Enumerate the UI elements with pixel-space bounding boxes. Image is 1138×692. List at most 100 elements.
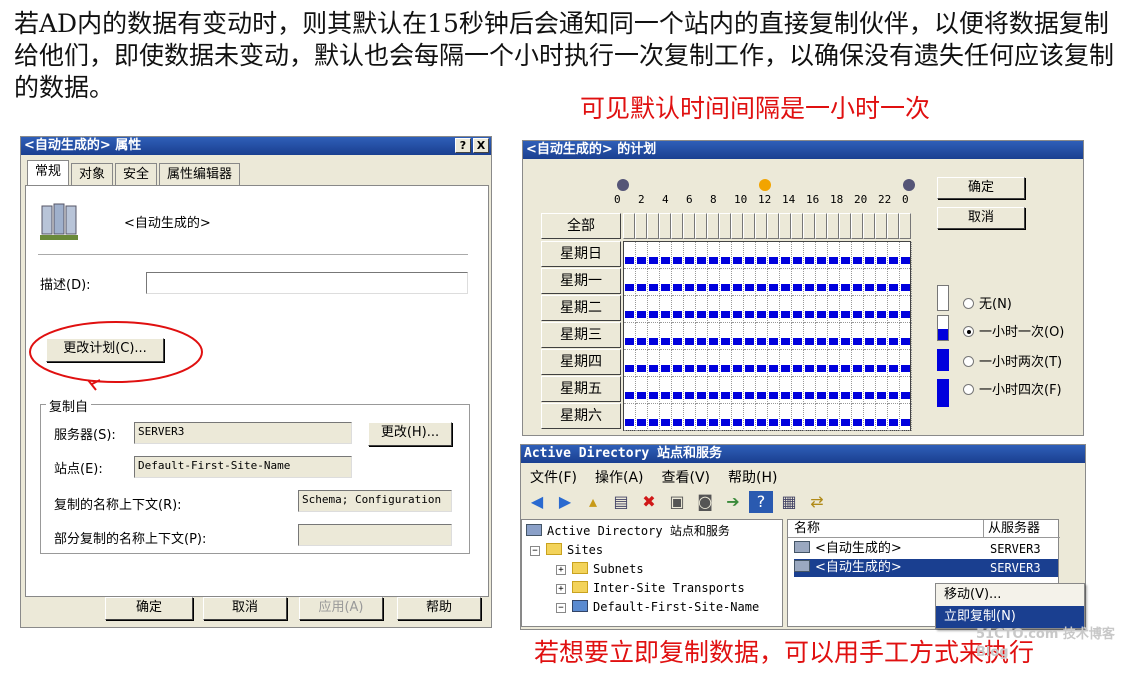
hour-header-button[interactable] xyxy=(839,213,851,239)
schedule-cell[interactable] xyxy=(708,377,720,404)
menu-help[interactable]: 帮助(H) xyxy=(719,465,786,487)
schedule-cell[interactable] xyxy=(888,350,900,377)
schedule-cell[interactable] xyxy=(816,296,828,323)
collapse-icon[interactable]: − xyxy=(556,603,566,613)
column-header-name[interactable]: 名称 xyxy=(788,520,984,538)
schedule-cancel-button[interactable]: 取消 xyxy=(937,207,1025,229)
schedule-cell[interactable] xyxy=(876,377,888,404)
schedule-cell[interactable] xyxy=(840,269,852,296)
hour-header-button[interactable] xyxy=(695,213,707,239)
schedule-cell[interactable] xyxy=(840,296,852,323)
schedule-cell[interactable] xyxy=(876,404,888,431)
schedule-cell[interactable] xyxy=(660,242,672,269)
apply-button[interactable]: 应用(A) xyxy=(299,597,383,620)
schedule-cell[interactable] xyxy=(792,350,804,377)
schedule-cell[interactable] xyxy=(804,323,816,350)
schedule-cell[interactable] xyxy=(744,296,756,323)
menu-action[interactable]: 操作(A) xyxy=(586,465,653,487)
schedule-cell[interactable] xyxy=(780,350,792,377)
schedule-cell[interactable] xyxy=(648,377,660,404)
schedule-cell[interactable] xyxy=(672,242,684,269)
schedule-cell[interactable] xyxy=(696,242,708,269)
schedule-cell[interactable] xyxy=(876,269,888,296)
schedule-cell[interactable] xyxy=(756,242,768,269)
schedule-cell[interactable] xyxy=(732,323,744,350)
schedule-cell[interactable] xyxy=(900,323,912,350)
collapse-icon[interactable]: − xyxy=(530,546,540,556)
tab-general[interactable]: 常规 xyxy=(27,160,70,185)
schedule-cell[interactable] xyxy=(780,377,792,404)
schedule-cell[interactable] xyxy=(684,377,696,404)
schedule-cell[interactable] xyxy=(804,377,816,404)
schedule-cell[interactable] xyxy=(696,269,708,296)
help-title-button[interactable]: ? xyxy=(455,138,471,153)
schedule-cell[interactable] xyxy=(720,242,732,269)
select-all-button[interactable]: 全部 xyxy=(541,213,621,239)
schedule-cell[interactable] xyxy=(684,296,696,323)
schedule-cell[interactable] xyxy=(624,377,636,404)
schedule-cell[interactable] xyxy=(648,269,660,296)
schedule-cell[interactable] xyxy=(624,323,636,350)
schedule-cell[interactable] xyxy=(756,296,768,323)
schedule-cell[interactable] xyxy=(708,323,720,350)
schedule-cell[interactable] xyxy=(756,377,768,404)
help-icon[interactable]: ? xyxy=(749,491,773,513)
description-field[interactable] xyxy=(146,272,468,294)
schedule-cell[interactable] xyxy=(684,404,696,431)
schedule-cell[interactable] xyxy=(636,377,648,404)
schedule-cell[interactable] xyxy=(804,350,816,377)
schedule-cell[interactable] xyxy=(636,323,648,350)
schedule-cell[interactable] xyxy=(840,350,852,377)
expand-icon[interactable]: + xyxy=(556,565,566,575)
day-button[interactable]: 星期日 xyxy=(541,241,621,267)
schedule-cell[interactable] xyxy=(660,296,672,323)
schedule-cell[interactable] xyxy=(768,350,780,377)
hour-header-button[interactable] xyxy=(827,213,839,239)
hour-header-button[interactable] xyxy=(671,213,683,239)
schedule-cell[interactable] xyxy=(732,377,744,404)
schedule-cell[interactable] xyxy=(684,269,696,296)
hour-header-button[interactable] xyxy=(851,213,863,239)
schedule-grid[interactable] xyxy=(623,241,912,431)
schedule-cell[interactable] xyxy=(720,350,732,377)
schedule-cell[interactable] xyxy=(828,404,840,431)
tree-inter-site-transports[interactable]: + Inter-Site Transports xyxy=(556,579,745,597)
schedule-cell[interactable] xyxy=(624,404,636,431)
schedule-cell[interactable] xyxy=(744,350,756,377)
delete-icon[interactable]: ✖ xyxy=(637,491,661,513)
schedule-cell[interactable] xyxy=(696,296,708,323)
schedule-cell[interactable] xyxy=(804,242,816,269)
schedule-cell[interactable] xyxy=(708,350,720,377)
menu-view[interactable]: 查看(V) xyxy=(653,465,720,487)
schedule-cell[interactable] xyxy=(744,269,756,296)
schedule-cell[interactable] xyxy=(648,323,660,350)
schedule-cell[interactable] xyxy=(660,323,672,350)
schedule-cell[interactable] xyxy=(876,323,888,350)
context-replicate-now[interactable]: 立即复制(N) xyxy=(936,606,1084,628)
hour-header-button[interactable] xyxy=(863,213,875,239)
schedule-cell[interactable] xyxy=(804,269,816,296)
option-twice-hourly[interactable]: 一小时两次(T) xyxy=(963,351,1062,370)
schedule-cell[interactable] xyxy=(732,269,744,296)
schedule-cell[interactable] xyxy=(888,296,900,323)
hour-header-button[interactable] xyxy=(731,213,743,239)
schedule-cell[interactable] xyxy=(648,296,660,323)
schedule-cell[interactable] xyxy=(792,269,804,296)
schedule-cell[interactable] xyxy=(792,404,804,431)
schedule-cell[interactable] xyxy=(624,296,636,323)
hour-header-button[interactable] xyxy=(719,213,731,239)
schedule-cell[interactable] xyxy=(708,269,720,296)
refresh-icon[interactable]: ◙ xyxy=(693,491,717,513)
tree-subnets[interactable]: + Subnets xyxy=(556,560,644,578)
schedule-cell[interactable] xyxy=(780,323,792,350)
schedule-cell[interactable] xyxy=(720,296,732,323)
schedule-cell[interactable] xyxy=(768,269,780,296)
day-button[interactable]: 星期四 xyxy=(541,349,621,375)
schedule-cell[interactable] xyxy=(744,242,756,269)
schedule-cell[interactable] xyxy=(672,296,684,323)
schedule-cell[interactable] xyxy=(852,296,864,323)
schedule-cell[interactable] xyxy=(888,323,900,350)
list-row-selected[interactable]: <自动生成的> SERVER3 xyxy=(794,559,1058,577)
console-icon[interactable]: ▦ xyxy=(777,491,801,513)
day-button[interactable]: 星期二 xyxy=(541,295,621,321)
